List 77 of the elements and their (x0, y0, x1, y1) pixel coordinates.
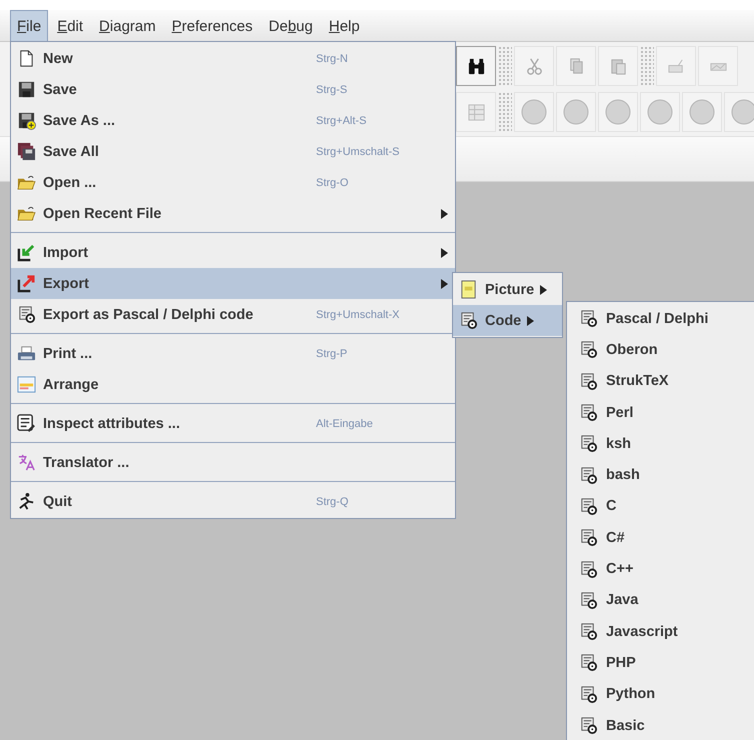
floppy-disks-icon (17, 142, 36, 161)
gear-document-icon (579, 622, 598, 642)
export-arrow-icon (17, 274, 36, 293)
menu-title[interactable]: Debug (262, 10, 320, 41)
paste-icon (608, 56, 628, 76)
menu-item[interactable]: PHP (567, 647, 754, 679)
menu-item[interactable]: StrukTeX (567, 366, 754, 397)
menu-title[interactable]: File (10, 10, 48, 41)
arrange-icon (17, 375, 36, 394)
gear-document-icon (579, 403, 598, 422)
gear-document-icon (579, 716, 598, 735)
note-document-icon (459, 280, 478, 299)
menu-item[interactable]: Quit Strg-Q (11, 486, 455, 517)
toolbar-grip (498, 46, 512, 86)
gear-document-icon (579, 340, 598, 360)
menu-item[interactable]: C++ (567, 553, 754, 585)
menu-item[interactable]: Picture (453, 274, 562, 305)
menu-item[interactable]: Java (567, 584, 754, 616)
table-icon (466, 102, 486, 122)
list-edit-icon (17, 414, 36, 433)
scissors-icon (524, 56, 544, 76)
menu-item[interactable]: Oberon (567, 334, 754, 366)
circle-icon (689, 99, 715, 125)
diagram-icon (666, 56, 686, 76)
toolbar-grip (498, 92, 512, 132)
menu-item[interactable]: Inspect attributes ... Alt-Eingabe (11, 408, 455, 439)
menu-item[interactable]: Print ... Strg-P (11, 338, 455, 369)
gear-document-icon (579, 372, 598, 391)
gear-document-icon (579, 434, 598, 454)
circle-icon (563, 99, 589, 125)
menu-item[interactable]: Open Recent File (11, 198, 455, 229)
open-folder-icon (17, 173, 36, 192)
menu-item[interactable]: Perl (567, 396, 754, 428)
gear-document-icon (579, 653, 598, 672)
menu-item[interactable]: Save As ... Strg+Alt-S (11, 105, 455, 136)
menu-item[interactable]: Python (567, 678, 754, 710)
menu-item[interactable]: New Strg-N (11, 43, 455, 74)
circle-icon (647, 99, 673, 125)
binoculars-icon (466, 56, 486, 76)
menu-item[interactable]: C (567, 490, 754, 522)
menu-item[interactable]: Arrange (11, 369, 455, 400)
menu-item[interactable]: Basic (567, 710, 754, 740)
gear-document-icon (579, 528, 598, 548)
menu-item[interactable]: Code (453, 305, 562, 336)
menu-item[interactable]: Pascal / Delphi (567, 303, 754, 334)
menu-title[interactable]: Diagram (92, 10, 163, 41)
gear-document-icon (579, 560, 598, 579)
gear-document-icon (579, 466, 598, 485)
gear-document-icon (459, 311, 478, 330)
menu-item[interactable]: Save Strg-S (11, 74, 455, 105)
toolbar-grip (640, 46, 654, 86)
running-figure-icon (17, 492, 36, 511)
menu-item[interactable]: Open ... Strg-O (11, 167, 455, 198)
gear-document-icon (579, 496, 598, 516)
toolbar-button[interactable] (456, 46, 496, 86)
menu-item[interactable]: bash (567, 459, 754, 491)
circle-icon (605, 99, 631, 125)
menu-item[interactable]: C# (567, 522, 754, 554)
menu-item[interactable]: Import (11, 237, 455, 268)
menu-item[interactable]: Export as Pascal / Delphi code Strg+Umschalt-X (11, 299, 455, 330)
printer-icon (17, 344, 36, 363)
translate-icon (17, 453, 36, 472)
gear-document-icon (579, 590, 598, 610)
circle-icon (521, 99, 547, 125)
menu-item[interactable]: Export (11, 268, 455, 299)
menu-title[interactable]: Preferences (164, 10, 260, 41)
gear-document-icon (579, 309, 598, 328)
menu-item[interactable]: Javascript (567, 616, 754, 648)
import-arrow-icon (17, 243, 36, 262)
menu-item[interactable]: ksh (567, 428, 754, 460)
gear-document-icon (579, 684, 598, 704)
menu-title[interactable]: Help (322, 10, 367, 41)
menu-item[interactable]: Translator ... (11, 447, 455, 478)
floppy-disk-plus-icon (17, 111, 36, 130)
menu-title[interactable]: Edit (50, 10, 90, 41)
open-folder-icon (17, 204, 36, 223)
gear-document-icon (17, 305, 36, 324)
